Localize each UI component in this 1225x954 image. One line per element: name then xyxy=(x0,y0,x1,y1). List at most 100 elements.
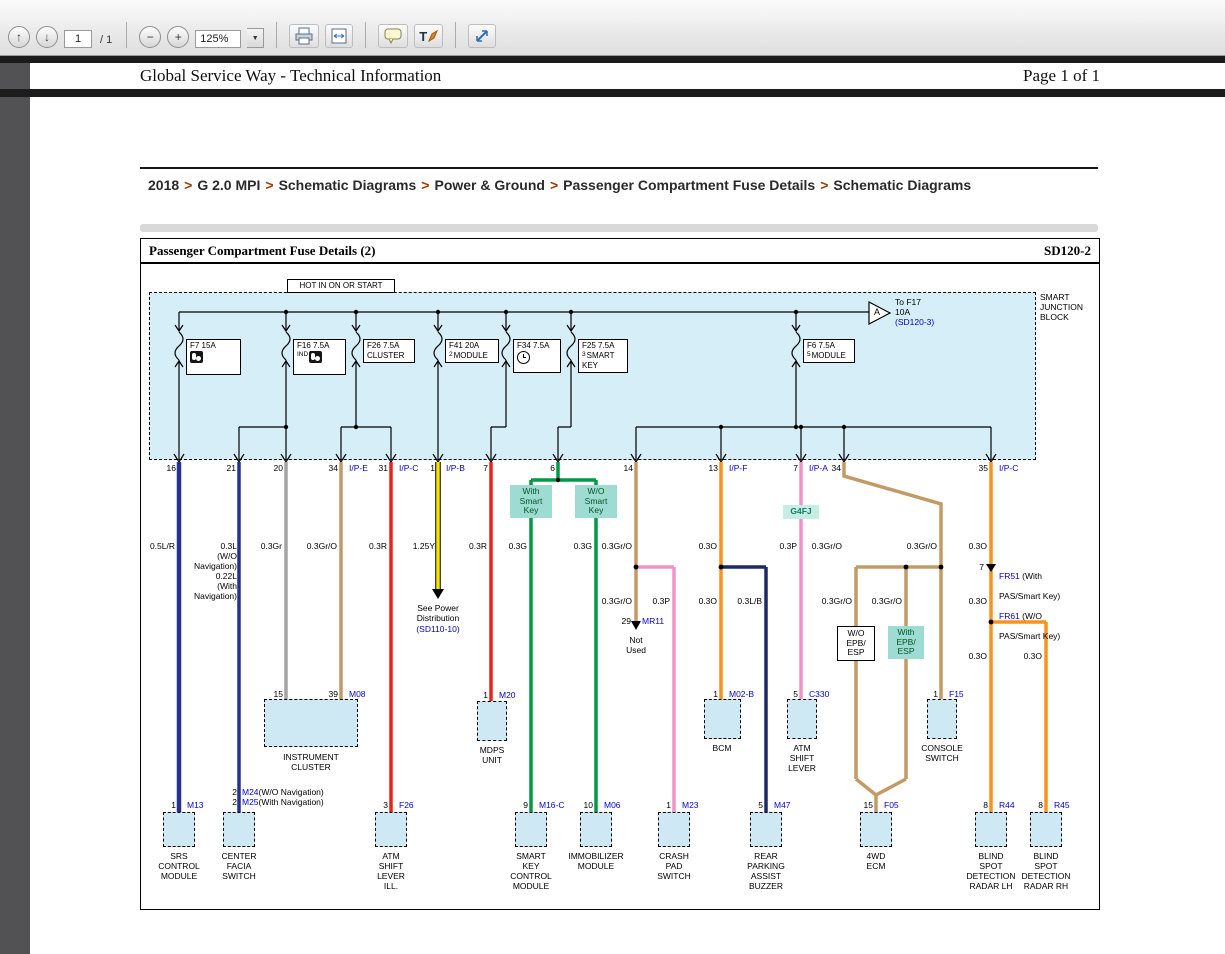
fuse-f41: F41 20A 2MODULE xyxy=(445,339,499,363)
breadcrumb-item[interactable]: G 2.0 MPI xyxy=(197,177,260,193)
sjb-bus-lines xyxy=(173,311,997,464)
fr-connector-note: FR51 (With PAS/Smart Key) FR61 (W/O PAS/… xyxy=(999,561,1060,651)
breadcrumb-separator: > xyxy=(820,177,829,193)
previous-page-button[interactable]: ↑ xyxy=(8,26,30,48)
fuse-index: 3 xyxy=(582,351,586,358)
schematic-canvas: HOT IN ON OR START SMART JUNCTION BLOCK xyxy=(141,264,1099,909)
page-number-input[interactable] xyxy=(64,30,92,48)
print-button[interactable] xyxy=(289,24,320,48)
exit-chevrons xyxy=(173,453,997,464)
pin-number: 1 xyxy=(483,690,488,700)
plus-icon: + xyxy=(174,30,182,44)
wire-label: 0.3Gr/O xyxy=(811,541,842,551)
pin-number: 15 xyxy=(863,800,873,810)
pin-number: 14 xyxy=(623,463,633,473)
connector-id: MR11 xyxy=(642,616,665,626)
fit-width-icon xyxy=(331,28,347,44)
comment-button[interactable] xyxy=(378,24,409,48)
sd110-10-link[interactable]: (SD110-10) xyxy=(416,624,459,634)
inline-connector-marker xyxy=(986,564,996,572)
fuse-tag: IND xyxy=(297,351,309,358)
pin-number: 1 xyxy=(713,689,718,699)
breadcrumb-item[interactable]: Power & Ground xyxy=(434,177,544,193)
zoom-level-field[interactable]: 125% xyxy=(195,30,242,48)
highlight-text-button[interactable]: T xyxy=(414,24,444,48)
sd120-3-link[interactable]: (SD120-3) xyxy=(895,317,934,327)
highlighter-pen-icon xyxy=(428,30,439,42)
text-tool-letter: T xyxy=(419,28,428,44)
minus-icon: − xyxy=(146,30,154,44)
fuse-element xyxy=(501,331,511,361)
schematic-title-row: Passenger Compartment Fuse Details (2) S… xyxy=(141,239,1099,264)
fuse-name: F6 7.5A xyxy=(807,341,836,350)
connector-label: IMMOBILIZER MODULE xyxy=(568,851,624,872)
toolbar-separator xyxy=(126,22,128,48)
arrow-down-icon xyxy=(432,589,444,599)
pin-number: 1 xyxy=(666,800,671,810)
fit-page-button[interactable] xyxy=(325,24,354,48)
zoom-in-button[interactable]: + xyxy=(167,26,190,48)
section-divider xyxy=(140,224,1098,232)
fuse-index: 2 xyxy=(449,351,453,358)
connector-label: BLIND SPOT DETECTION RADAR LH xyxy=(966,851,1016,892)
expand-diagonal-icon xyxy=(476,30,488,42)
pdf-toolbar: ↑ ↓ / 1 − + 125% ▼ T xyxy=(0,0,1225,56)
breadcrumb-item[interactable]: 2018 xyxy=(148,177,179,193)
breadcrumb-separator: > xyxy=(265,177,274,193)
fr-note-text: PAS/Smart Key) xyxy=(999,591,1061,602)
pin-note: (With Navigation) xyxy=(258,797,324,807)
breadcrumb-item[interactable]: Schematic Diagrams xyxy=(279,177,417,193)
fuse-load: MODULE xyxy=(811,351,846,360)
not-used-note: Not Used xyxy=(626,635,646,656)
pin-number: 7 xyxy=(483,463,488,473)
fr-note-text: (W/O xyxy=(1019,611,1042,622)
wire-label: 0.3O xyxy=(968,541,987,551)
zoom-out-button[interactable]: − xyxy=(139,26,162,48)
connector-label: INSTRUMENT CLUSTER xyxy=(283,752,339,773)
wire-label: 0.3P xyxy=(652,596,671,606)
breadcrumb-item[interactable]: Schematic Diagrams xyxy=(833,177,971,193)
pin-number: 2 xyxy=(232,797,237,807)
toolbar-separator xyxy=(365,22,367,48)
fuse-f26: F26 7.5A CLUSTER xyxy=(363,339,415,363)
connector-pin: 5 C330 xyxy=(738,689,869,699)
pin-number: 13 xyxy=(708,463,718,473)
connector-label: BLIND SPOT DETECTION RADAR RH xyxy=(1021,851,1071,892)
exit-pin: 35 I/P-C xyxy=(928,463,1059,473)
wire-label: 0.3Gr/O xyxy=(871,596,902,606)
content-top-bar xyxy=(0,56,1225,63)
connector-id: FR51 xyxy=(999,571,1020,582)
breadcrumb-item[interactable]: Passenger Compartment Fuse Details xyxy=(563,177,815,193)
wire-label: 0.3O xyxy=(698,596,717,606)
wire-label: 0.3L (W/O Navigation) 0.22L (With Naviga… xyxy=(194,541,237,602)
with-epb-esp-tag: With EPB/ ESP xyxy=(888,626,924,659)
pin-number: 7 xyxy=(979,562,984,572)
connector-pin: 1 F15 xyxy=(878,689,1009,699)
connector-pin: 15 F05 xyxy=(813,800,944,810)
airbag-icon xyxy=(309,351,323,363)
wire-label: 0.3G xyxy=(573,541,592,551)
fuse-name: F41 20A xyxy=(449,341,480,350)
connector-label: BCM xyxy=(712,743,732,753)
fullscreen-button[interactable] xyxy=(468,24,497,48)
printer-icon xyxy=(295,27,313,45)
fuse-index: 5 xyxy=(807,351,811,358)
page-header-title: Global Service Way - Technical Informati… xyxy=(140,66,442,85)
pin-number: 39 xyxy=(328,689,338,699)
pin-number: 8 xyxy=(1038,800,1043,810)
connector-pin: 1 M13 xyxy=(116,800,247,810)
toolbar-separator xyxy=(455,22,457,48)
arrow-up-icon: ↑ xyxy=(16,30,22,44)
pin-number: 5 xyxy=(758,800,763,810)
hot-in-on-label: HOT IN ON OR START xyxy=(287,279,395,293)
connector-label: MDPS UNIT xyxy=(479,745,505,766)
next-page-button[interactable]: ↓ xyxy=(36,26,58,48)
connector-id: FR61 xyxy=(999,611,1020,622)
connector-pin: 3 F26 xyxy=(328,800,459,810)
pin-note: (W/O Navigation) xyxy=(258,787,324,797)
pin-number: 34 xyxy=(831,463,841,473)
breadcrumb: 2018 > G 2.0 MPI > Schematic Diagrams > Power … xyxy=(148,175,1078,196)
connector-label: CENTER FACIA SWITCH xyxy=(221,851,257,882)
clock-icon xyxy=(517,351,530,364)
zoom-dropdown-button[interactable]: ▼ xyxy=(247,28,265,48)
